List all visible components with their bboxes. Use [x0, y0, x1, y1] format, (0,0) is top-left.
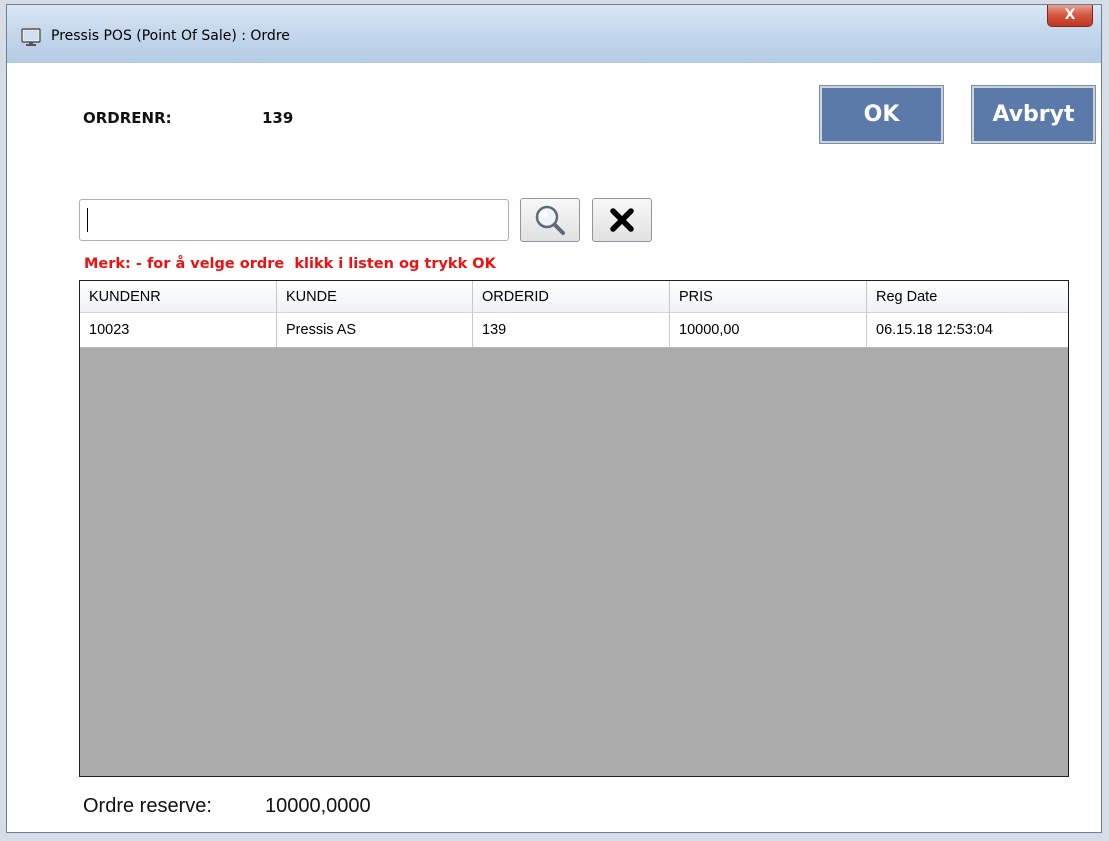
order-number-label: ORDRENR: [83, 109, 172, 127]
search-input[interactable] [79, 199, 509, 241]
column-header-reg-date[interactable]: Reg Date [867, 281, 1068, 313]
table-row[interactable]: 10023 Pressis AS 139 10000,00 06.15.18 1… [80, 313, 1068, 348]
reserve-value: 10000,0000 [265, 795, 371, 817]
title-bar[interactable]: Pressis POS (Point Of Sale) : Ordre X [7, 5, 1101, 63]
reserve-label: Ordre reserve: [83, 795, 212, 817]
cell-orderid[interactable]: 139 [473, 313, 670, 347]
order-number-value: 139 [262, 109, 294, 127]
cell-kunde[interactable]: Pressis AS [277, 313, 473, 347]
window-title: Pressis POS (Point Of Sale) : Ordre [51, 28, 290, 44]
column-header-pris[interactable]: PRIS [670, 281, 867, 313]
clear-search-button[interactable] [592, 198, 652, 242]
search-button[interactable] [520, 198, 580, 242]
ok-button[interactable]: OK [819, 85, 944, 144]
order-dialog: Pressis POS (Point Of Sale) : Ordre X OR… [6, 4, 1102, 833]
x-icon [610, 208, 634, 232]
monitor-icon [21, 28, 41, 46]
instruction-note: Merk: - for å velge ordre klikk i listen… [84, 256, 496, 272]
column-header-orderid[interactable]: ORDERID [473, 281, 670, 313]
text-caret [87, 208, 88, 232]
cell-kundenr[interactable]: 10023 [80, 313, 277, 347]
column-header-kundenr[interactable]: KUNDENR [80, 281, 277, 313]
column-header-kunde[interactable]: KUNDE [277, 281, 473, 313]
orders-grid[interactable]: KUNDENR KUNDE ORDERID PRIS Reg Date 1002… [79, 280, 1069, 777]
close-button[interactable]: X [1047, 5, 1093, 27]
cell-reg-date[interactable]: 06.15.18 12:53:04 [867, 313, 1068, 347]
magnifier-icon [535, 205, 565, 235]
close-icon: X [1064, 7, 1076, 23]
cell-pris[interactable]: 10000,00 [670, 313, 867, 347]
grid-header: KUNDENR KUNDE ORDERID PRIS Reg Date [80, 281, 1068, 313]
cancel-button[interactable]: Avbryt [971, 85, 1096, 144]
